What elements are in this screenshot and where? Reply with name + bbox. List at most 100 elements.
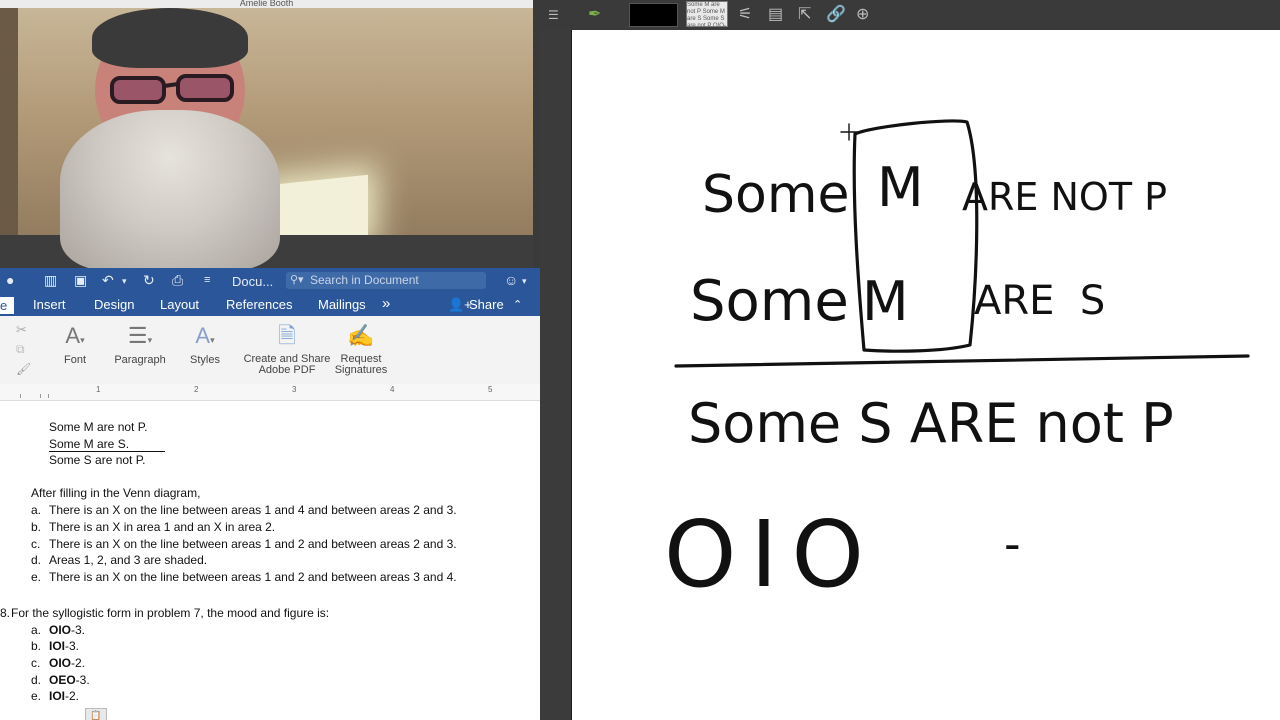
webcam-video-panel: Amelie Booth (0, 0, 533, 270)
hw-conclusion: Some S ARE not P (688, 392, 1174, 455)
pen-tool-icon[interactable]: ✒ (588, 5, 601, 25)
q8-option-mood: IOI (49, 689, 66, 703)
tab-home[interactable]: e (0, 297, 14, 314)
q7-option-letter: c. (31, 537, 41, 551)
font-group-label: Font (63, 354, 86, 366)
drawing-app-window: ☰ ✒ Some M are not P Some M are S Some S… (540, 0, 1280, 720)
q8-option-mood: OIO (49, 656, 72, 670)
ruler-tab-stop[interactable] (40, 394, 41, 398)
link-icon[interactable]: 🔗 (826, 5, 846, 25)
q7-option-letter: e. (31, 570, 42, 584)
redo-icon[interactable]: ↻ (143, 272, 155, 289)
horizontal-ruler[interactable]: 1 2 3 4 5 (0, 384, 540, 401)
hw-premise2-rest: ARE S (974, 278, 1105, 324)
hw-mood: OIO (664, 501, 878, 608)
webcam-presenter-glasses (110, 74, 234, 104)
hw-premise1-m: M (877, 156, 924, 219)
page-thumbnail[interactable]: Some M are not P Some M are S Some S are… (686, 1, 728, 27)
paragraph-group-button[interactable]: ☰▾ Paragraph (112, 322, 168, 366)
print-icon[interactable]: ⎙ (172, 272, 183, 289)
request-signatures-button[interactable]: ✍ Request Signatures (332, 322, 390, 376)
ruler-number: 5 (488, 385, 493, 394)
document-title: Docu... (232, 274, 274, 289)
q8-option-letter: d. (31, 673, 42, 687)
question-8-text: For the syllogistic form in problem 7, t… (11, 606, 330, 620)
q7-option-text: There is an X on the line between areas … (49, 537, 457, 551)
more-tabs-icon[interactable]: » (382, 295, 390, 312)
syllogism-conclusion: Some S are not P. (49, 453, 146, 467)
q8-option-letter: e. (31, 689, 42, 703)
search-placeholder: Search in Document (310, 273, 419, 287)
q8-option-figure: -3. (65, 639, 80, 653)
undo-icon[interactable]: ↶ (102, 272, 114, 289)
q7-option-letter: d. (31, 553, 42, 567)
tab-mailings[interactable]: Mailings (318, 297, 366, 312)
q7-option-text: There is an X in area 1 and an X in area… (49, 520, 276, 534)
ink-color-swatch[interactable] (629, 3, 678, 27)
ruler-number: 2 (194, 385, 199, 394)
save-icon[interactable]: ▣ (74, 272, 87, 289)
styles-icon: A▾ (195, 323, 215, 348)
tab-design[interactable]: Design (94, 297, 134, 312)
feedback-dropdown-icon[interactable]: ▾ (522, 276, 527, 287)
tab-references[interactable]: References (226, 297, 292, 312)
ribbon-tab-bar: e Insert Design Layout References Mailin… (0, 294, 540, 316)
smiley-feedback-icon[interactable]: ☺ (504, 272, 518, 288)
ruler-number: 3 (292, 385, 297, 394)
hw-premise1-some: Some (702, 165, 849, 225)
q7-option-text: There is an X on the line between areas … (49, 570, 457, 584)
undo-dropdown-icon[interactable]: ▾ (122, 276, 127, 287)
menu-icon[interactable]: ☰ (548, 5, 559, 25)
font-icon: A▾ (65, 323, 85, 348)
q8-option-mood: IOI (49, 639, 66, 653)
question-7-intro: After filling in the Venn diagram, (31, 486, 201, 500)
collapse-ribbon-icon[interactable]: ⌃ (513, 298, 522, 311)
adjust-sliders-icon[interactable]: ⚟ (738, 5, 752, 25)
q8-option-letter: a. (31, 623, 42, 637)
tab-layout[interactable]: Layout (160, 297, 199, 312)
search-in-document-input[interactable]: ⚲▾ Search in Document (286, 272, 486, 289)
whiteboard-canvas[interactable]: Some M ARE NOT P Some M ARE S Some S ARE… (572, 30, 1280, 720)
webcam-presenter-beard (60, 110, 280, 270)
hw-conclusion-rule (674, 354, 1250, 368)
create-share-adobe-pdf-button[interactable]: 🗎 Create and Share Adobe PDF (243, 322, 331, 376)
word-quick-access-toolbar: ● ▥ ▣ ↶ ▾ ↻ ⎙ ≡ Docu... ⚲▾ Search in Doc… (0, 268, 540, 294)
q8-option-letter: c. (31, 656, 41, 670)
share-button[interactable]: Share (469, 297, 504, 312)
drawing-sidebar (540, 30, 572, 720)
create-share-label-line2: Adobe PDF (258, 364, 316, 376)
webcam-background-wall (0, 8, 18, 270)
open-external-icon[interactable]: ⇱ (798, 5, 811, 25)
ruler-number: 1 (96, 385, 101, 394)
word-window: ● ▥ ▣ ↶ ▾ ↻ ⎙ ≡ Docu... ⚲▾ Search in Doc… (0, 268, 540, 720)
q7-option-letter: b. (31, 520, 42, 534)
hw-dash: - (1004, 517, 1021, 571)
signature-icon: ✍ (347, 323, 375, 348)
styles-group-button[interactable]: A▾ Styles (186, 322, 224, 366)
pdf-document-icon: 🗎 (278, 323, 296, 348)
add-circle-icon[interactable]: ⊕ (856, 5, 869, 25)
styles-group-label: Styles (190, 354, 220, 366)
ruler-tab-stop[interactable] (20, 394, 21, 398)
sidebar-toggle-icon[interactable]: ▥ (44, 272, 57, 289)
paste-options-icon[interactable]: 📋 (85, 708, 107, 720)
tab-insert[interactable]: Insert (33, 297, 66, 312)
webcam-title: Amelie Booth (0, 0, 533, 8)
handwriting-layer: Some M ARE NOT P Some M ARE S Some S ARE… (664, 119, 1250, 608)
ruler-indent-marker[interactable] (48, 394, 49, 398)
toolbox-icon[interactable]: ▤ (768, 5, 783, 25)
document-page[interactable]: Some M are not P. Some M are S. Some S a… (0, 401, 540, 720)
syllogism-premise-1: Some M are not P. (49, 420, 148, 434)
q8-option-figure: -2. (65, 689, 80, 703)
font-group-button[interactable]: A▾ Font (56, 322, 94, 366)
copy-icon[interactable]: ⧉ (16, 342, 25, 357)
format-painter-icon[interactable]: 🖌 (16, 362, 31, 376)
paragraph-group-label: Paragraph (114, 354, 166, 366)
customize-toolbar-icon[interactable]: ≡ (204, 274, 210, 286)
question-8-number: 8. (0, 606, 11, 620)
search-icon: ⚲▾ (290, 274, 304, 286)
cut-icon[interactable]: ✂ (16, 322, 27, 338)
ruler-number: 4 (390, 385, 395, 394)
q8-option-figure: -2. (71, 656, 86, 670)
webcam-presenter-hair (92, 8, 248, 68)
